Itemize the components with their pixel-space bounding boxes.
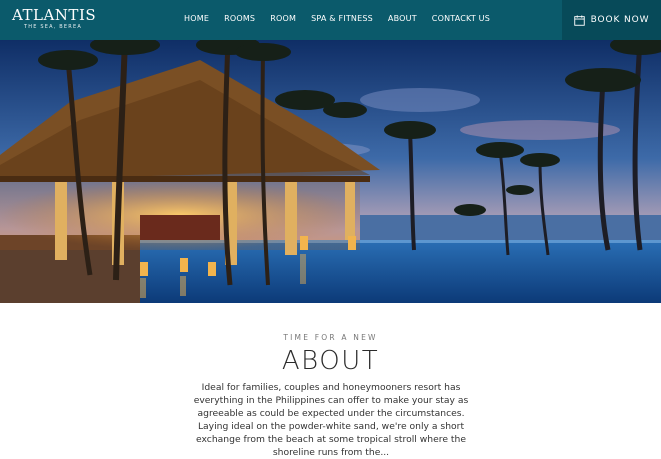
about-body: Ideal for families, couples and honeymoo…: [193, 382, 469, 458]
nav-spa-fitness[interactable]: SPA & FITNESS: [311, 14, 373, 23]
nav-room[interactable]: ROOM: [270, 14, 296, 23]
top-navbar: ATLANTIS THE SEA, BEREA HOME ROOMS ROOM …: [0, 0, 661, 40]
logo-title: ATLANTIS: [12, 6, 97, 24]
about-section: TIME FOR A NEW ABOUT Ideal for families,…: [0, 303, 661, 458]
nav-contact-us[interactable]: CONTACKT US: [432, 14, 490, 23]
nav-about[interactable]: ABOUT: [388, 14, 417, 23]
nav-rooms[interactable]: ROOMS: [224, 14, 255, 23]
hero-image: [0, 40, 661, 303]
logo-subtitle: THE SEA, BEREA: [24, 24, 82, 30]
about-eyebrow: TIME FOR A NEW: [283, 333, 378, 342]
book-now-label: BOOK NOW: [590, 15, 650, 25]
book-now-button[interactable]: BOOK NOW: [562, 0, 661, 40]
main-nav: HOME ROOMS ROOM SPA & FITNESS ABOUT CONT…: [184, 14, 505, 23]
about-heading: ABOUT: [281, 346, 380, 376]
logo[interactable]: ATLANTIS THE SEA, BEREA: [12, 7, 96, 30]
calendar-icon: [573, 14, 585, 26]
nav-home[interactable]: HOME: [184, 14, 209, 23]
